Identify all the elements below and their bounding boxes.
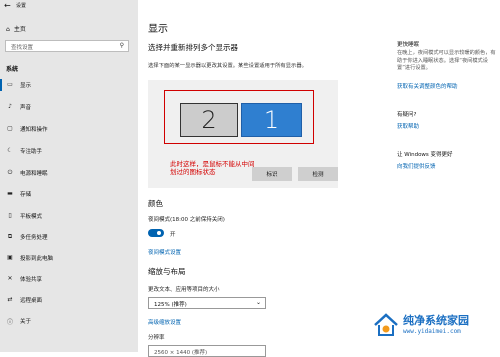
monitor-1[interactable]: 1	[241, 103, 302, 137]
feedback-link[interactable]: 向我们提供反馈	[397, 162, 497, 170]
sidebar-item-projecting[interactable]: ▣ 投影到此电脑	[0, 248, 138, 268]
monitor-icon: ▭	[7, 81, 13, 88]
toggle-knob	[157, 231, 161, 235]
tablet-icon: ▯	[8, 212, 12, 219]
sidebar-item-remote-desktop[interactable]: ⇄ 远程桌面	[0, 290, 138, 310]
search-input[interactable]: 查找设置 ⚲	[5, 40, 129, 52]
scale-heading: 缩放与布局	[148, 267, 186, 276]
scale-dropdown[interactable]: 125% (推荐) ⌄	[148, 297, 266, 309]
power-icon: ⏻	[7, 169, 13, 176]
identify-button[interactable]: 标识	[252, 167, 292, 181]
remote-desktop-icon: ⇄	[7, 296, 13, 303]
sidebar-item-about[interactable]: ⓘ 关于	[0, 311, 138, 331]
speaker-icon: ♪	[8, 103, 12, 110]
sidebar-section-title: 系统	[6, 66, 19, 73]
storage-icon: ▬	[7, 190, 13, 197]
sidebar-item-label: 电源和睡眠	[20, 171, 48, 177]
chevron-down-icon: ⌄	[255, 299, 261, 306]
watermark-name: 纯净系统家园	[403, 314, 469, 327]
resolution-value: 2560 × 1440 (推荐)	[154, 350, 208, 356]
resolution-label: 分辨率	[148, 335, 165, 341]
window-title: 设置	[16, 3, 27, 9]
watermark-url: www.yidaimei.com	[403, 328, 461, 335]
color-help-link[interactable]: 获取有关调整颜色的帮助	[397, 82, 497, 90]
page-title: 显示	[148, 24, 168, 35]
monitor-2[interactable]: 2	[180, 103, 238, 137]
home-label: 主页	[13, 26, 26, 33]
info-icon: ⓘ	[6, 319, 13, 326]
question-title: 有疑问?	[397, 112, 417, 118]
sidebar-item-label: 平板模式	[20, 214, 43, 220]
color-heading: 颜色	[148, 199, 163, 208]
sidebar-item-notifications[interactable]: ▢ 通知和操作	[0, 119, 138, 139]
moon-icon: ☾	[7, 147, 13, 154]
detect-button[interactable]: 检测	[298, 167, 338, 181]
sidebar-item-focus-assist[interactable]: ☾ 专注助手	[0, 141, 138, 161]
resolution-dropdown[interactable]: 2560 × 1440 (推荐)	[148, 345, 266, 357]
sidebar-item-multitasking[interactable]: ⧉ 多任务处理	[0, 227, 138, 247]
scale-value: 125% (推荐)	[154, 302, 187, 308]
improve-title: 让 Windows 变得更好	[397, 152, 453, 158]
sidebar-item-label: 关于	[20, 319, 32, 325]
night-light-label: 夜间模式(18:00 之前保持关闭)	[148, 217, 225, 223]
share-icon: ✕	[7, 275, 13, 282]
sidebar: ← 设置 ⌂ 主页 查找设置 ⚲ 系统 ▭ 显示 ♪ 声音 ▢ 通知和操作 ☾ 专…	[0, 0, 138, 352]
sidebar-item-display[interactable]: ▭ 显示	[0, 75, 138, 95]
title-bar: ← 设置	[0, 0, 138, 12]
sidebar-home[interactable]: ⌂ 主页	[6, 24, 26, 33]
scale-label: 更改文本、应用等项目的大小	[148, 287, 220, 293]
sidebar-item-label: 声音	[20, 105, 32, 111]
watermark: 纯净系统家园 www.yidaimei.com	[363, 292, 500, 352]
night-light-settings-link[interactable]: 夜间模式设置	[148, 248, 181, 256]
home-icon: ⌂	[6, 26, 10, 33]
sleep-title: 更快睡眠	[397, 42, 420, 48]
sidebar-item-label: 通知和操作	[20, 127, 48, 133]
search-placeholder: 查找设置	[11, 45, 34, 51]
sidebar-item-storage[interactable]: ▬ 存储	[0, 184, 138, 204]
sidebar-item-label: 体验共享	[20, 277, 43, 283]
search-icon: ⚲	[119, 42, 124, 49]
sidebar-item-label: 专注助手	[20, 149, 43, 155]
get-help-link[interactable]: 获取帮助	[397, 122, 497, 130]
sidebar-item-label: 远程桌面	[20, 298, 43, 304]
arrange-description: 选择下面的某一显示器以更改其设置。某些设置适用于所有显示器。	[148, 63, 307, 69]
advanced-scaling-link[interactable]: 高级缩放设置	[148, 318, 181, 326]
annotation-text: 此时这样，是鼠标不能从中间划过的图标状态	[170, 160, 255, 176]
night-light-toggle[interactable]	[148, 229, 164, 237]
sidebar-item-power[interactable]: ⏻ 电源和睡眠	[0, 163, 138, 183]
arrange-heading: 选择并重新排列多个显示器	[148, 43, 238, 52]
sidebar-item-tablet[interactable]: ▯ 平板模式	[0, 206, 138, 226]
multitask-icon: ⧉	[7, 233, 13, 240]
sidebar-item-label: 多任务处理	[20, 235, 48, 241]
project-icon: ▣	[7, 254, 13, 261]
sidebar-item-label: 显示	[20, 83, 32, 89]
notification-icon: ▢	[7, 125, 13, 132]
back-arrow-icon[interactable]: ←	[4, 1, 11, 10]
sleep-text: 在晚上，夜间模式可以显示较暖的颜色，有助于你进入睡眠状态。选择“夜间模式设置”进…	[397, 50, 496, 71]
sidebar-item-shared-experiences[interactable]: ✕ 体验共享	[0, 269, 138, 289]
sidebar-item-label: 投影到此电脑	[20, 256, 54, 262]
sidebar-item-label: 存储	[20, 192, 32, 198]
night-light-state: 开	[170, 232, 176, 238]
sidebar-item-sound[interactable]: ♪ 声音	[0, 97, 138, 117]
house-logo-icon	[374, 313, 398, 336]
